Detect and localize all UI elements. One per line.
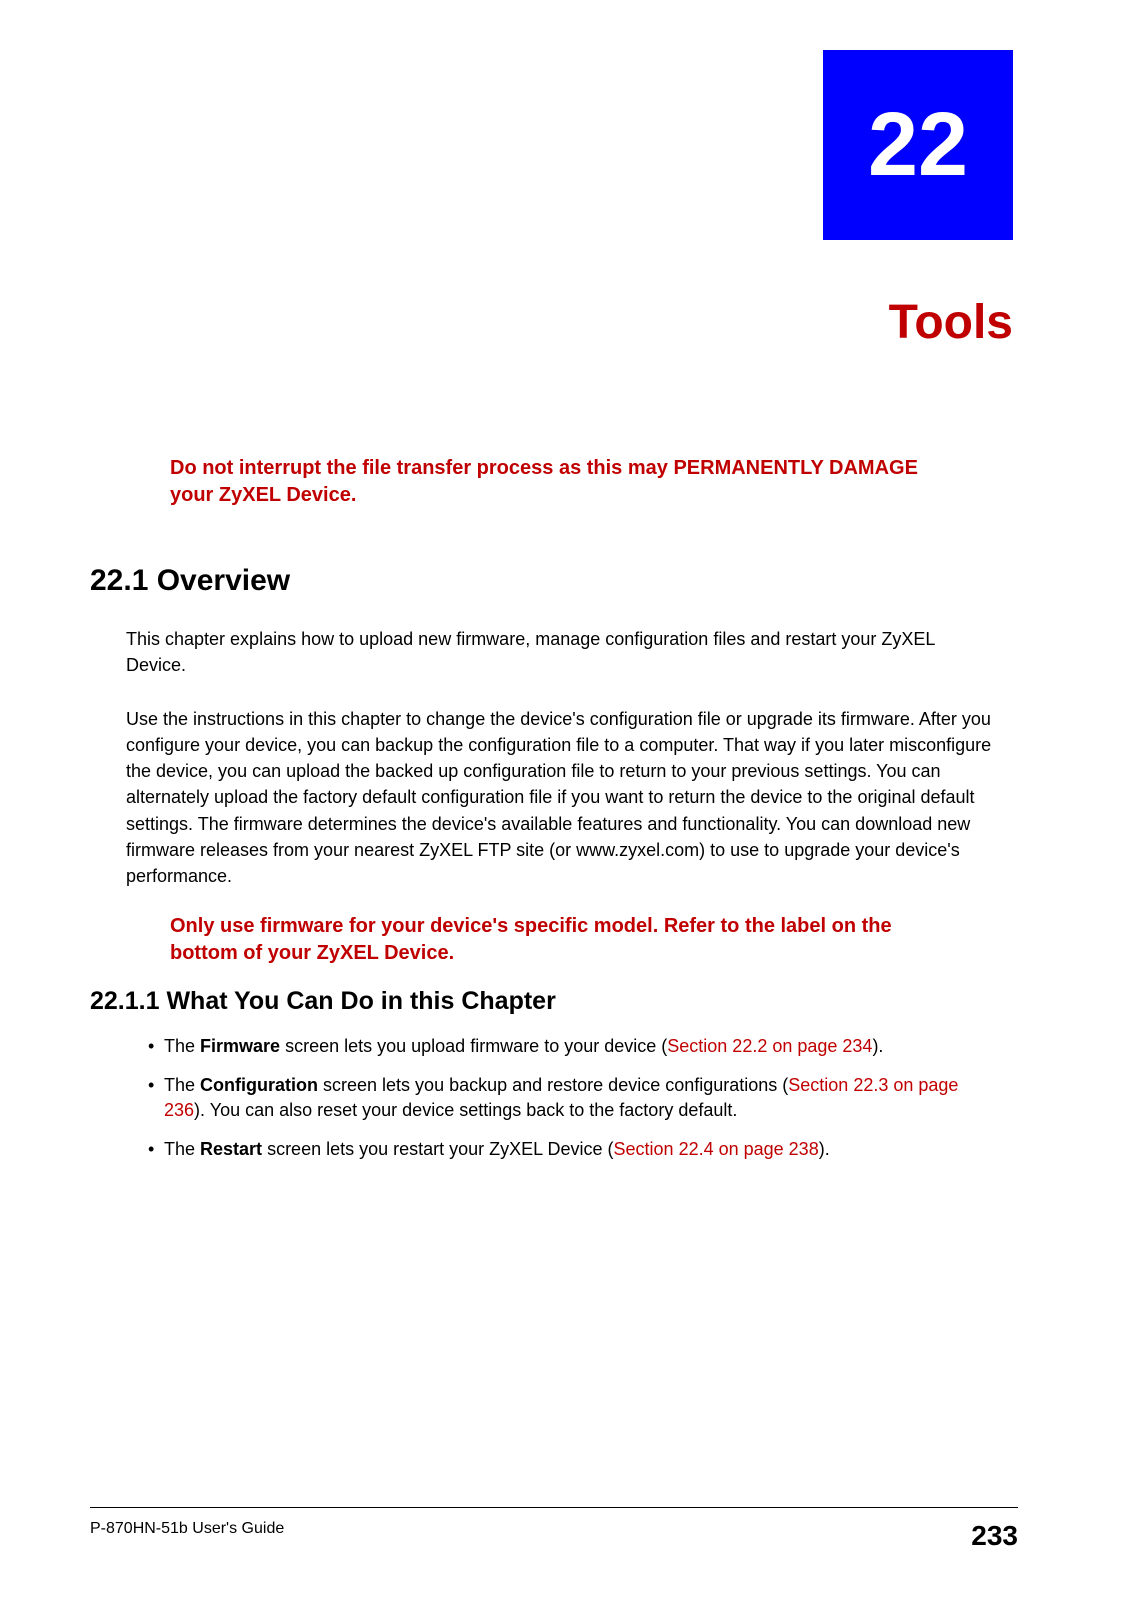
heading-whatyoucando: 22.1.1 What You Can Do in this Chapter	[90, 987, 1018, 1016]
warning-firmware: Only use firmware for your device's spec…	[170, 913, 918, 967]
bullet-bold: Configuration	[200, 1075, 318, 1095]
crossref-link[interactable]: Section 22.2 on page 234	[667, 1036, 872, 1056]
bullet-restart: The Restart screen lets you restart your…	[150, 1137, 998, 1162]
chapter-badge: 22	[823, 50, 1013, 240]
bullet-list: The Firmware screen lets you upload firm…	[150, 1034, 998, 1163]
bullet-text: screen lets you restart your ZyXEL Devic…	[262, 1139, 613, 1159]
bullet-bold: Firmware	[200, 1036, 280, 1056]
bullet-text: The	[164, 1139, 200, 1159]
chapter-number: 22	[868, 94, 968, 197]
crossref-link[interactable]: Section 22.4 on page 238	[614, 1139, 819, 1159]
bullet-configuration: The Configuration screen lets you backup…	[150, 1073, 998, 1123]
bullet-text: The	[164, 1075, 200, 1095]
chapter-title: Tools	[889, 295, 1013, 350]
bullet-text: screen lets you upload firmware to your …	[280, 1036, 667, 1056]
overview-paragraph-1: This chapter explains how to upload new …	[126, 626, 998, 678]
bullet-text: ).	[819, 1139, 830, 1159]
bullet-text: screen lets you backup and restore devic…	[318, 1075, 788, 1095]
bullet-bold: Restart	[200, 1139, 262, 1159]
footer-page-number: 233	[971, 1520, 1018, 1552]
heading-overview: 22.1 Overview	[90, 564, 1018, 598]
bullet-text: ). You can also reset your device settin…	[194, 1100, 737, 1120]
bullet-text: ).	[872, 1036, 883, 1056]
warning-transfer: Do not interrupt the file transfer proce…	[170, 455, 918, 509]
page-footer: P-870HN-51b User's Guide 233	[90, 1507, 1018, 1552]
footer-guide-name: P-870HN-51b User's Guide	[90, 1520, 284, 1538]
bullet-text: The	[164, 1036, 200, 1056]
overview-paragraph-2: Use the instructions in this chapter to …	[126, 706, 998, 889]
bullet-firmware: The Firmware screen lets you upload firm…	[150, 1034, 998, 1059]
document-page: 22 Tools Do not interrupt the file trans…	[0, 0, 1128, 1597]
